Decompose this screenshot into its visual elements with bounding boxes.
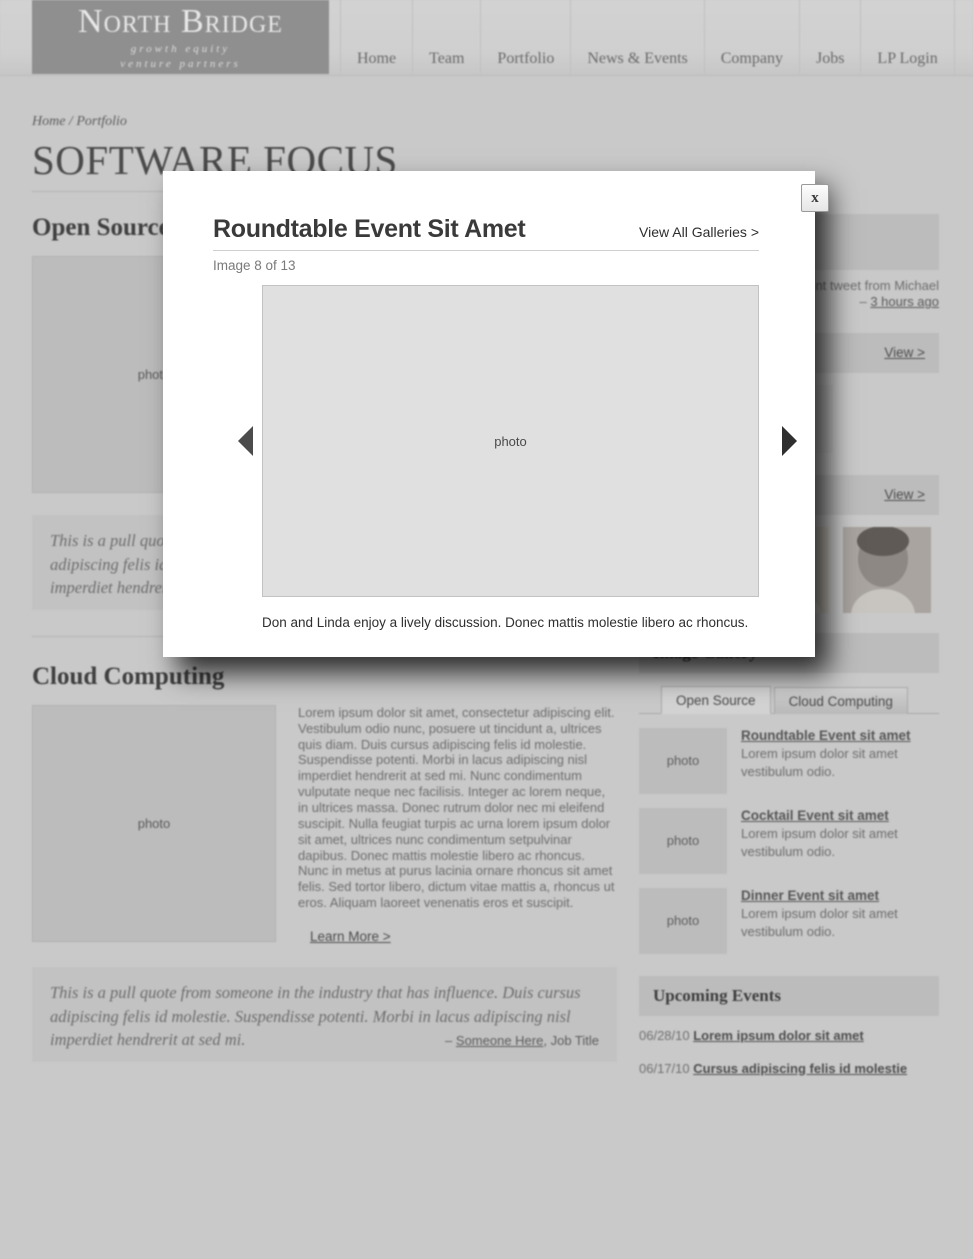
section-paragraph: Lorem ipsum dolor sit amet, consectetur … bbox=[298, 704, 615, 911]
tab-open-source[interactable]: Open Source bbox=[661, 685, 771, 714]
gallery-list-item[interactable]: photo Dinner Event sit amet Lorem ipsum … bbox=[639, 887, 939, 954]
sidebar-partners-view-link[interactable]: View > bbox=[884, 487, 925, 502]
view-all-galleries-link[interactable]: View All Galleries > bbox=[639, 224, 759, 240]
section-heading-cloud-computing: Cloud Computing bbox=[32, 662, 225, 690]
gallery-item-desc: Lorem ipsum dolor sit amet vestibulum od… bbox=[741, 825, 898, 859]
section-photo-cloud-computing[interactable]: photo bbox=[32, 704, 276, 942]
image-counter: Image 8 of 13 bbox=[213, 258, 296, 273]
close-icon[interactable]: x bbox=[801, 184, 829, 212]
modal-header: Roundtable Event Sit Amet View All Galle… bbox=[213, 215, 759, 251]
event-list-item: 06/28/10 Lorem ipsum dolor sit amet bbox=[639, 1028, 939, 1043]
site-header: North Bridge growth equity venture partn… bbox=[0, 0, 973, 76]
event-title-link[interactable]: Lorem ipsum dolor sit amet bbox=[693, 1028, 863, 1043]
pullquote-cloud-computing: This is a pull quote from someone in the… bbox=[32, 967, 617, 1063]
nav-item-portfolio[interactable]: Portfolio bbox=[480, 0, 570, 76]
modal-caption: Don and Linda enjoy a lively discussion.… bbox=[262, 615, 749, 630]
event-date: 06/17/10 bbox=[639, 1060, 690, 1076]
section-cloud-computing: Cloud Computing photo Lorem ipsum dolor … bbox=[32, 662, 617, 1063]
learn-more-link[interactable]: Learn More > bbox=[310, 929, 391, 945]
nav-item-news-events[interactable]: News & Events bbox=[570, 0, 703, 76]
gallery-item-title[interactable]: Roundtable Event sit amet bbox=[741, 728, 939, 743]
breadcrumb[interactable]: Home / Portfolio bbox=[32, 114, 941, 130]
logo-tagline-2: venture partners bbox=[120, 57, 241, 70]
gallery-item-desc: Lorem ipsum dolor sit amet vestibulum od… bbox=[741, 905, 898, 939]
event-date: 06/28/10 bbox=[639, 1027, 690, 1043]
sidebar-header-upcoming-events: Upcoming Events bbox=[639, 975, 939, 1016]
main-navigation: Home Team Portfolio News & Events Compan… bbox=[340, 0, 973, 76]
gallery-lightbox-modal: x Roundtable Event Sit Amet View All Gal… bbox=[163, 171, 829, 657]
event-title-link[interactable]: Cursus adipiscing felis id molestie bbox=[693, 1061, 907, 1076]
modal-title: Roundtable Event Sit Amet bbox=[213, 215, 526, 243]
gallery-thumb[interactable]: photo bbox=[639, 887, 727, 954]
triangle-left-icon[interactable] bbox=[238, 426, 253, 456]
gallery-item-desc: Lorem ipsum dolor sit amet vestibulum od… bbox=[741, 745, 898, 779]
nav-item-team[interactable]: Team bbox=[412, 0, 480, 76]
nav-item-jobs[interactable]: Jobs bbox=[798, 0, 860, 76]
gallery-tabs: Open Source Cloud Computing bbox=[639, 685, 939, 714]
gallery-list-item[interactable]: photo Roundtable Event sit amet Lorem ip… bbox=[639, 727, 939, 794]
tweet-text: nt tweet from Michael bbox=[815, 278, 939, 294]
sidebar-heading-events-label: Upcoming Events bbox=[653, 985, 781, 1005]
gallery-item-title[interactable]: Dinner Event sit amet bbox=[741, 888, 939, 903]
modal-image-stage: photo bbox=[213, 285, 797, 597]
logo-wordmark: North Bridge bbox=[78, 3, 283, 40]
event-list-item: 06/17/10 Cursus adipiscing felis id mole… bbox=[639, 1061, 939, 1076]
section-body-cloud-computing: Lorem ipsum dolor sit amet, consectetur … bbox=[298, 705, 617, 946]
tab-cloud-computing[interactable]: Cloud Computing bbox=[773, 686, 908, 714]
gallery-thumb[interactable]: photo bbox=[639, 727, 727, 794]
nav-item-home[interactable]: Home bbox=[340, 0, 412, 76]
nav-item-company[interactable]: Company bbox=[703, 0, 799, 76]
pullquote-dash-2: – bbox=[445, 1032, 453, 1048]
partner-avatar-3[interactable] bbox=[843, 526, 931, 613]
pullquote-jobtitle-2: , Job Title bbox=[543, 1032, 599, 1048]
sidebar-portfolio-view-link[interactable]: View > bbox=[884, 345, 925, 360]
pullquote-author-link-2[interactable]: Someone Here bbox=[456, 1033, 543, 1048]
modal-photo[interactable]: photo bbox=[262, 285, 759, 597]
tweet-dash: – bbox=[859, 294, 867, 310]
gallery-thumb[interactable]: photo bbox=[639, 807, 727, 874]
site-logo[interactable]: North Bridge growth equity venture partn… bbox=[32, 0, 329, 74]
tweet-timestamp-link[interactable]: 3 hours ago bbox=[870, 294, 939, 309]
gallery-list-item[interactable]: photo Cocktail Event sit amet Lorem ipsu… bbox=[639, 807, 939, 874]
logo-tagline-1: growth equity bbox=[130, 42, 231, 55]
nav-item-lp-login[interactable]: LP Login bbox=[860, 0, 955, 76]
gallery-item-title[interactable]: Cocktail Event sit amet bbox=[741, 808, 939, 823]
modal-body: Roundtable Event Sit Amet View All Galle… bbox=[163, 171, 815, 630]
triangle-right-icon[interactable] bbox=[782, 426, 797, 456]
